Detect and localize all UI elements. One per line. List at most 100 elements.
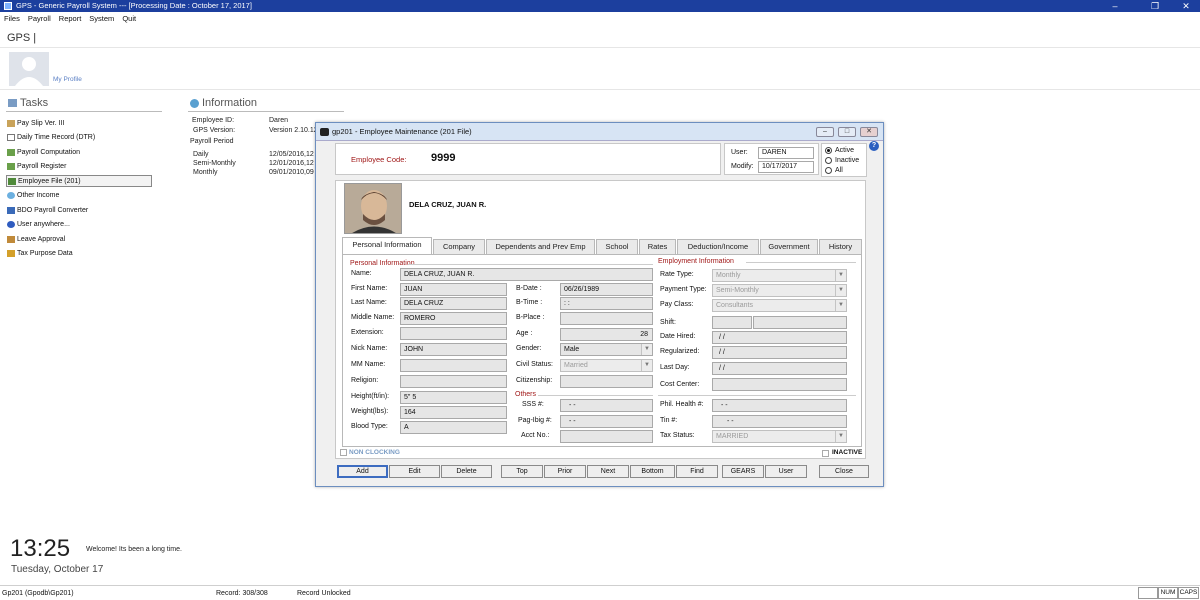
tab-company[interactable]: Company — [433, 239, 485, 254]
phil-health-field[interactable]: - - — [712, 399, 847, 412]
delete-button[interactable]: Delete — [441, 465, 492, 478]
task-tax-purpose[interactable]: Tax Purpose Data — [6, 248, 152, 259]
bottom-button[interactable]: Bottom — [630, 465, 675, 478]
shift-code-field[interactable] — [712, 316, 752, 329]
payslip-icon — [7, 120, 15, 127]
task-pay-slip[interactable]: Pay Slip Ver. III — [6, 118, 152, 129]
bplace-field[interactable] — [560, 312, 653, 325]
status-bar: Gp201 (Gpodb\Gp201) Record: 308/308 Reco… — [0, 585, 1200, 600]
dialog-minimize-icon[interactable]: – — [816, 127, 834, 137]
menu-report[interactable]: Report — [55, 12, 86, 24]
menu-files[interactable]: Files — [0, 12, 24, 24]
nick-name-field[interactable]: JOHN — [400, 343, 507, 356]
age-label: Age : — [516, 330, 533, 337]
tax-status-select[interactable]: MARRIED ▼ — [712, 430, 847, 443]
task-payroll-computation[interactable]: Payroll Computation — [6, 147, 152, 158]
edit-button[interactable]: Edit — [389, 465, 440, 478]
tab-deduction-income[interactable]: Deduction/Income — [677, 239, 759, 254]
radio-active[interactable] — [825, 147, 832, 154]
help-icon[interactable]: ? — [869, 141, 879, 151]
task-leave-approval[interactable]: Leave Approval — [6, 234, 152, 245]
find-button[interactable]: Find — [676, 465, 718, 478]
tab-history[interactable]: History — [819, 239, 862, 254]
blood-type-field[interactable]: A — [400, 421, 507, 434]
last-day-field[interactable]: / / — [712, 362, 847, 375]
task-employee-file[interactable]: Employee File (201) — [6, 175, 152, 187]
tab-government[interactable]: Government — [760, 239, 818, 254]
civil-status-select[interactable]: Married ▼ — [560, 359, 653, 372]
bdate-field[interactable]: 06/26/1989 — [560, 283, 653, 296]
regularized-field[interactable]: / / — [712, 346, 847, 359]
payment-type-select[interactable]: Semi-Monthly ▼ — [712, 284, 847, 297]
tin-field[interactable]: - - — [712, 415, 847, 428]
next-button[interactable]: Next — [587, 465, 629, 478]
name-field[interactable]: DELA CRUZ, JUAN R. — [400, 268, 653, 281]
acct-field[interactable] — [560, 430, 653, 443]
my-profile-link[interactable]: My Profile — [53, 76, 82, 83]
dialog-maximize-icon[interactable]: □ — [838, 127, 856, 137]
tin-label: Tin #: — [660, 417, 678, 424]
pay-class-select[interactable]: Consultants ▼ — [712, 299, 847, 312]
menu-quit[interactable]: Quit — [118, 12, 140, 24]
mm-name-field[interactable] — [400, 359, 507, 372]
prior-button[interactable]: Prior — [544, 465, 586, 478]
maximize-icon[interactable]: ❐ — [1141, 0, 1169, 12]
cost-center-field[interactable] — [712, 378, 847, 391]
shift-description-field[interactable] — [753, 316, 847, 329]
extension-field[interactable] — [400, 327, 507, 340]
app-short-title: GPS | — [7, 32, 37, 44]
tab-school[interactable]: School — [596, 239, 638, 254]
user-label: User: — [731, 149, 748, 156]
menu-system[interactable]: System — [85, 12, 118, 24]
rate-type-select[interactable]: Monthly ▼ — [712, 269, 847, 282]
personal-info-section: Personal Information — [350, 260, 415, 267]
mm-name-label: MM Name: — [351, 361, 386, 368]
task-payroll-register[interactable]: Payroll Register — [6, 161, 152, 172]
employee-photo[interactable] — [344, 183, 402, 234]
task-dtr[interactable]: Daily Time Record (DTR) — [6, 132, 152, 143]
top-button[interactable]: Top — [501, 465, 543, 478]
user-button[interactable]: User — [765, 465, 807, 478]
user-field[interactable]: DAREN — [758, 147, 814, 159]
btime-field[interactable]: : : — [560, 297, 653, 310]
chevron-down-icon: ▼ — [641, 360, 652, 371]
task-user-anywhere[interactable]: User anywhere... — [6, 219, 152, 230]
non-clocking-checkbox[interactable] — [340, 449, 347, 456]
status-blank — [1138, 587, 1158, 599]
gears-button[interactable]: GEARS — [722, 465, 764, 478]
tab-rates[interactable]: Rates — [639, 239, 676, 254]
period-daily-value: 12/05/2016,12 — [269, 151, 314, 158]
non-clocking-label: NON CLOCKING — [349, 449, 400, 456]
task-bdo-converter[interactable]: BDO Payroll Converter — [6, 205, 152, 216]
height-label: Height(ft/in): — [351, 393, 390, 400]
date-hired-field[interactable]: / / — [712, 331, 847, 344]
height-field[interactable]: 5" 5 — [400, 391, 507, 404]
tab-personal-information[interactable]: Personal Information — [342, 237, 432, 254]
modify-field[interactable]: 10/17/2017 — [758, 161, 814, 173]
gender-select[interactable]: Male ▼ — [560, 343, 653, 356]
radio-all[interactable] — [825, 167, 832, 174]
avatar[interactable] — [9, 52, 49, 86]
add-button[interactable]: Add — [337, 465, 388, 478]
last-name-field[interactable]: DELA CRUZ — [400, 297, 507, 310]
menu-payroll[interactable]: Payroll — [24, 12, 55, 24]
religion-field[interactable] — [400, 375, 507, 388]
divider — [658, 395, 856, 396]
dialog-close-icon[interactable]: ✕ — [860, 127, 878, 137]
blood-type-label: Blood Type: — [351, 423, 388, 430]
divider — [6, 111, 162, 112]
tab-dependents[interactable]: Dependents and Prev Emp — [486, 239, 595, 254]
citizenship-field[interactable] — [560, 375, 653, 388]
pagibig-field[interactable]: - - — [560, 415, 653, 428]
close-icon[interactable]: ✕ — [1172, 0, 1200, 12]
inactive-checkbox[interactable] — [822, 450, 829, 457]
first-name-field[interactable]: JUAN — [400, 283, 507, 296]
task-other-income[interactable]: Other Income — [6, 190, 152, 201]
weight-field[interactable]: 164 — [400, 406, 507, 419]
sss-field[interactable]: - - — [560, 399, 653, 412]
middle-name-field[interactable]: ROMERO — [400, 312, 507, 325]
minimize-icon[interactable]: – — [1101, 0, 1129, 12]
radio-inactive[interactable] — [825, 157, 832, 164]
age-field[interactable]: 28 — [560, 328, 653, 341]
close-button[interactable]: Close — [819, 465, 869, 478]
